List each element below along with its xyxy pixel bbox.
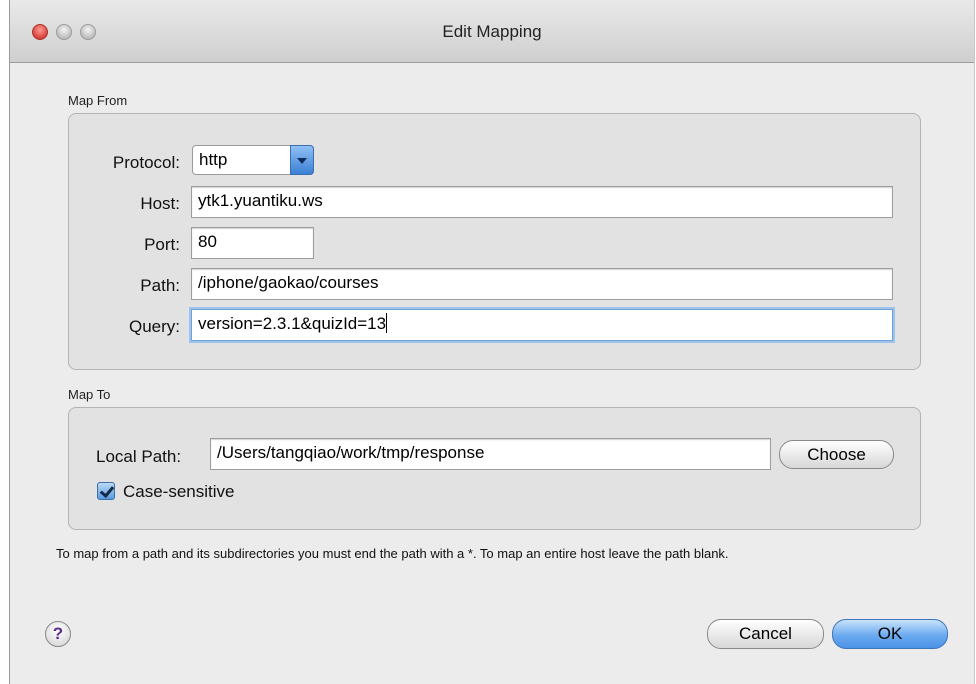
- help-button[interactable]: ?: [45, 621, 71, 647]
- port-value: 80: [198, 232, 217, 251]
- path-field[interactable]: /iphone/gaokao/courses: [191, 268, 893, 300]
- map-to-label: Map To: [68, 387, 111, 402]
- protocol-value: http: [199, 150, 228, 169]
- text-caret: [386, 313, 388, 333]
- title-bar: Edit Mapping: [10, 0, 974, 63]
- map-from-label: Map From: [68, 93, 128, 108]
- protocol-select[interactable]: http: [192, 145, 314, 175]
- query-value: version=2.3.1&quizId=13: [198, 314, 387, 333]
- ok-button[interactable]: OK: [832, 619, 948, 649]
- protocol-label: Protocol:: [112, 153, 180, 172]
- local-path-field[interactable]: /Users/tangqiao/work/tmp/response: [210, 438, 771, 470]
- port-label: Port:: [144, 235, 180, 254]
- case-sensitive-checkbox[interactable]: [97, 482, 115, 500]
- choose-button[interactable]: Choose: [779, 440, 894, 469]
- edit-mapping-window: Edit Mapping Map From Protocol: http Hos…: [9, 0, 975, 684]
- window-title: Edit Mapping: [442, 22, 542, 41]
- port-field[interactable]: 80: [191, 227, 314, 259]
- cancel-button[interactable]: Cancel: [707, 619, 824, 649]
- query-field[interactable]: version=2.3.1&quizId=13: [191, 309, 893, 341]
- local-path-value: /Users/tangqiao/work/tmp/response: [217, 443, 485, 462]
- local-path-label: Local Path:: [96, 447, 182, 466]
- host-label: Host:: [140, 194, 180, 213]
- help-note: To map from a path and its subdirectorie…: [56, 546, 729, 561]
- path-value: /iphone/gaokao/courses: [198, 273, 379, 292]
- chevron-down-icon: [290, 145, 314, 175]
- host-field[interactable]: ytk1.yuantiku.ws: [191, 186, 893, 218]
- query-label: Query:: [128, 317, 180, 336]
- host-value: ytk1.yuantiku.ws: [198, 191, 323, 210]
- path-label: Path:: [140, 276, 180, 295]
- case-sensitive-label: Case-sensitive: [123, 482, 235, 501]
